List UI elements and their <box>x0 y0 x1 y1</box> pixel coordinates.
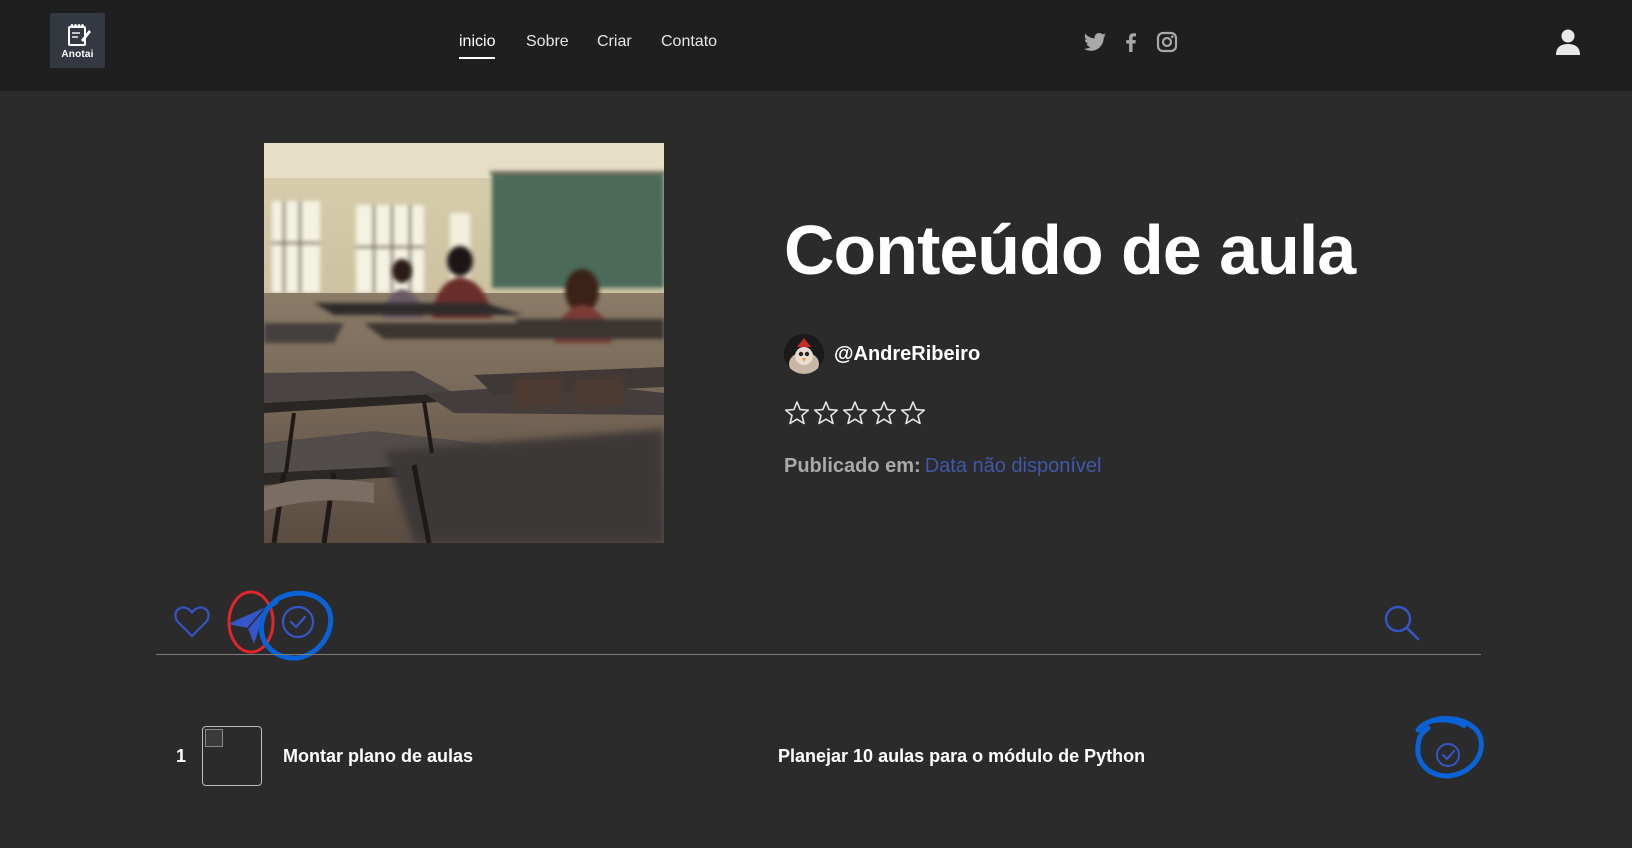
check-circle-icon[interactable] <box>254 582 334 662</box>
facebook-icon[interactable] <box>1119 30 1143 54</box>
published-label: Publicado em: <box>784 455 921 477</box>
top-navbar: Anotai inicio Sobre Criar Contato <box>0 0 1632 91</box>
star-icon[interactable] <box>842 400 868 426</box>
row-number: 1 <box>176 746 187 766</box>
search-icon[interactable] <box>1383 604 1421 642</box>
avatar[interactable] <box>784 334 824 374</box>
nav-link-criar[interactable]: Criar <box>597 33 632 51</box>
divider <box>156 654 1481 655</box>
author-info[interactable]: @AndreRibeiro <box>784 334 980 374</box>
star-icon[interactable] <box>784 400 810 426</box>
broken-image-icon <box>202 726 262 786</box>
table-row[interactable]: 1 Montar plano de aulas Planejar 10 aula… <box>156 720 1481 790</box>
page-title: Conteúdo de aula <box>784 211 1356 289</box>
social-links <box>1083 30 1179 54</box>
task-title: Montar plano de aulas <box>283 746 474 766</box>
star-icon[interactable] <box>813 400 839 426</box>
check-circle-icon[interactable] <box>1406 710 1486 780</box>
instagram-icon[interactable] <box>1155 30 1179 54</box>
notepad-icon <box>67 23 91 46</box>
nav-link-inicio[interactable]: inicio <box>459 33 496 59</box>
star-icon[interactable] <box>900 400 926 426</box>
heart-icon[interactable] <box>173 604 211 640</box>
nav-link-sobre[interactable]: Sobre <box>526 33 569 51</box>
nav-link-contato[interactable]: Contato <box>661 33 717 51</box>
logo-text: Anotai <box>61 48 94 60</box>
classroom-image <box>264 143 664 543</box>
twitter-icon[interactable] <box>1083 30 1107 54</box>
star-icon[interactable] <box>871 400 897 426</box>
published-date: Publicado em: Data não disponível <box>784 455 1102 478</box>
app-logo[interactable]: Anotai <box>50 13 105 68</box>
user-profile-icon[interactable] <box>1555 28 1581 56</box>
task-description: Planejar 10 aulas para o módulo de Pytho… <box>778 746 1146 766</box>
published-value[interactable]: Data não disponível <box>925 455 1102 477</box>
author-name[interactable]: @AndreRibeiro <box>834 343 980 366</box>
rating-stars <box>784 400 926 426</box>
